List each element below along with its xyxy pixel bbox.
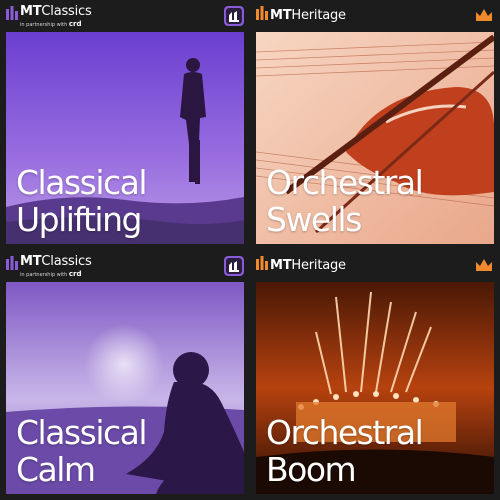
cover-art: Classical Uplifting <box>6 32 244 244</box>
crown-icon <box>476 9 492 21</box>
playlist-card-orchestral-boom[interactable]: MTHeritage Orchestral Boom <box>250 250 500 500</box>
playlist-title: Classical Uplifting <box>16 163 148 239</box>
card-header: MTClassics in partnership with crd <box>0 250 250 282</box>
mtclassics-logo-icon <box>6 256 18 270</box>
playlist-card-classical-calm[interactable]: MTClassics in partnership with crd Class… <box>0 250 250 500</box>
playlist-card-classical-uplifting[interactable]: MTClassics in partnership with crd Class… <box>0 0 250 250</box>
crown-icon <box>476 259 492 271</box>
cover-art: Orchestral Swells <box>256 32 494 244</box>
playlist-title: Classical Calm <box>16 413 148 489</box>
playlist-card-orchestral-swells[interactable]: MTHeritage Orchestral Swells <box>250 0 500 250</box>
card-header: MTHeritage <box>250 0 500 32</box>
partner-line: in partnership with crd <box>20 20 82 28</box>
card-header: MTClassics in partnership with crd <box>0 0 250 32</box>
classics-badge-icon <box>224 6 244 26</box>
brand-name: MTClassics <box>20 254 92 269</box>
playlist-grid: MTClassics in partnership with crd Class… <box>0 0 500 500</box>
brand-name: MTClassics <box>20 4 92 19</box>
mtclassics-logo-icon <box>6 6 18 20</box>
partner-line: in partnership with crd <box>20 270 82 278</box>
cover-art: Classical Calm <box>6 282 244 494</box>
playlist-title: Orchestral Swells <box>266 163 424 239</box>
brand-name: MTHeritage <box>270 8 346 23</box>
playlist-title: Orchestral Boom <box>266 413 424 489</box>
cover-art: Orchestral Boom <box>256 282 494 494</box>
brand-name: MTHeritage <box>270 258 346 273</box>
card-header: MTHeritage <box>250 250 500 282</box>
mtheritage-logo-icon <box>256 256 268 270</box>
classics-badge-icon <box>224 256 244 276</box>
mtheritage-logo-icon <box>256 6 268 20</box>
